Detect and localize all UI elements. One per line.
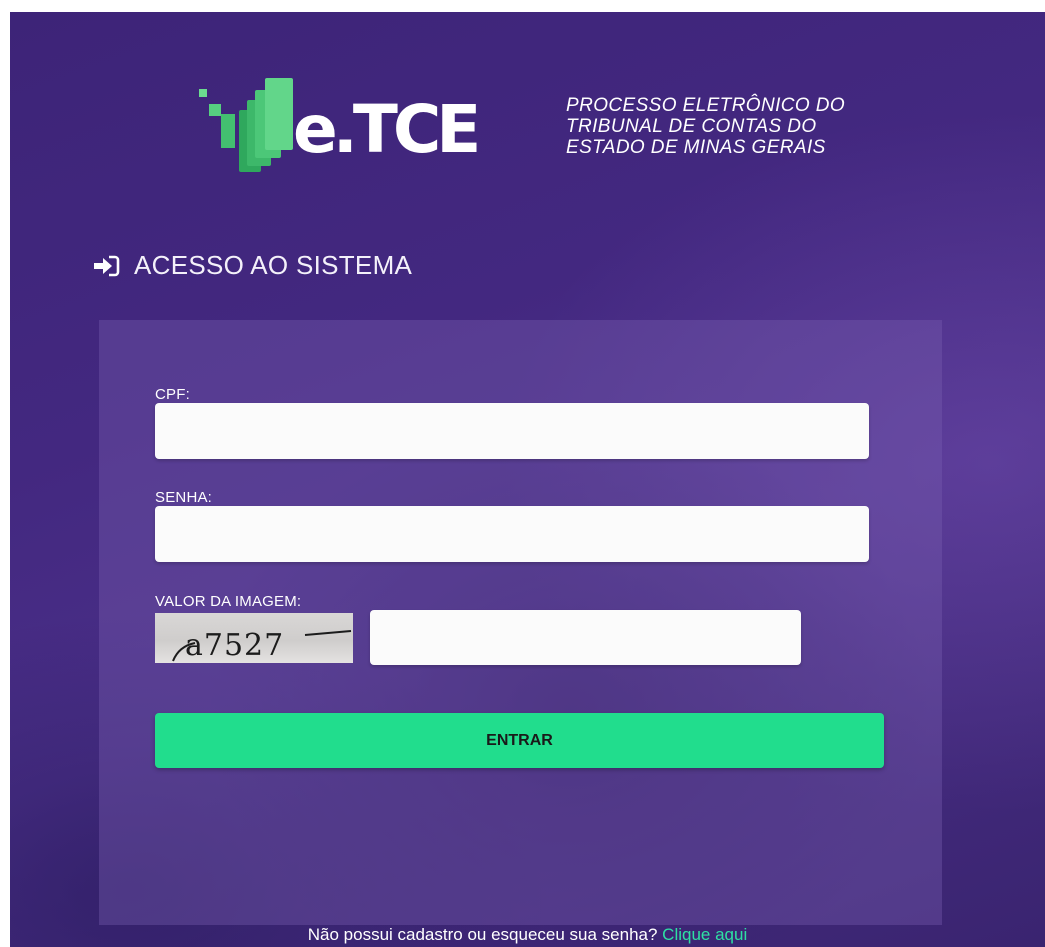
cpf-input[interactable] bbox=[155, 403, 869, 459]
footer-question: Não possui cadastro ou esqueceu sua senh… bbox=[307, 925, 658, 944]
captcha-input[interactable] bbox=[370, 610, 801, 665]
captcha-label: VALOR DA IMAGEM: bbox=[155, 593, 302, 610]
sign-in-icon bbox=[94, 255, 120, 276]
section-heading: ACESSO AO SISTEMA bbox=[92, 250, 412, 281]
captcha-image: a7527 bbox=[155, 613, 353, 663]
tagline-line-1: PROCESSO ELETRÔNICO DO bbox=[566, 95, 846, 116]
logo-wordmark: e.TCE bbox=[293, 91, 477, 168]
tagline-line-3: ESTADO DE MINAS GERAIS bbox=[566, 137, 826, 158]
captcha-text: a7527 bbox=[185, 628, 284, 663]
cpf-label: CPF: bbox=[155, 386, 190, 403]
login-screen: e.TCE PROCESSO ELETRÔNICO DO TRIBUNAL DE… bbox=[10, 12, 1045, 947]
register-link[interactable]: Clique aqui bbox=[662, 925, 747, 944]
tagline-line-2: TRIBUNAL DE CONTAS DO bbox=[566, 116, 817, 137]
entrar-button[interactable]: ENTRAR bbox=[155, 713, 884, 768]
logo-tagline: PROCESSO ELETRÔNICO DO TRIBUNAL DE CONTA… bbox=[566, 95, 845, 158]
section-title: ACESSO AO SISTEMA bbox=[134, 250, 413, 280]
senha-input[interactable] bbox=[155, 506, 869, 562]
etce-logo: e.TCE bbox=[199, 78, 482, 172]
senha-label: SENHA: bbox=[155, 489, 213, 506]
footer-help: Não possui cadastro ou esqueceu sua senh… bbox=[10, 925, 1045, 945]
